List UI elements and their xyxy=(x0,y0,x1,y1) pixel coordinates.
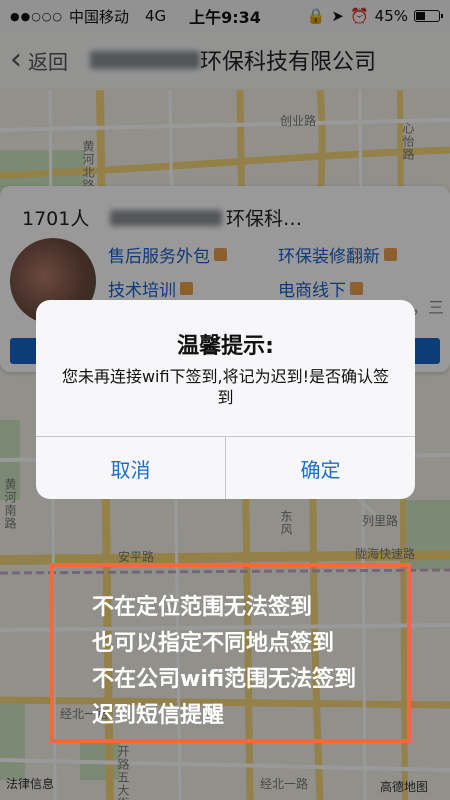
annotation-line: 迟到短信提醒 xyxy=(92,703,225,728)
annotation-line: 也可以指定不同地点签到 xyxy=(92,631,335,656)
alert-message: 您未再连接wifi下签到,将记为迟到!是否确认签到 xyxy=(61,367,390,407)
cancel-button[interactable]: 取消 xyxy=(36,437,225,499)
alert-dialog: 温馨提示: 您未再连接wifi下签到,将记为迟到!是否确认签到 取消 确定 xyxy=(36,300,415,499)
alert-title: 温馨提示: xyxy=(177,334,274,359)
annotation-line: 不在公司wifi范围无法签到 xyxy=(92,667,357,692)
feature-annotation-box: 不在定位范围无法签到 也可以指定不同地点签到 不在公司wifi范围无法签到 迟到… xyxy=(50,563,411,743)
confirm-button[interactable]: 确定 xyxy=(226,437,415,499)
annotation-line: 不在定位范围无法签到 xyxy=(92,595,313,620)
